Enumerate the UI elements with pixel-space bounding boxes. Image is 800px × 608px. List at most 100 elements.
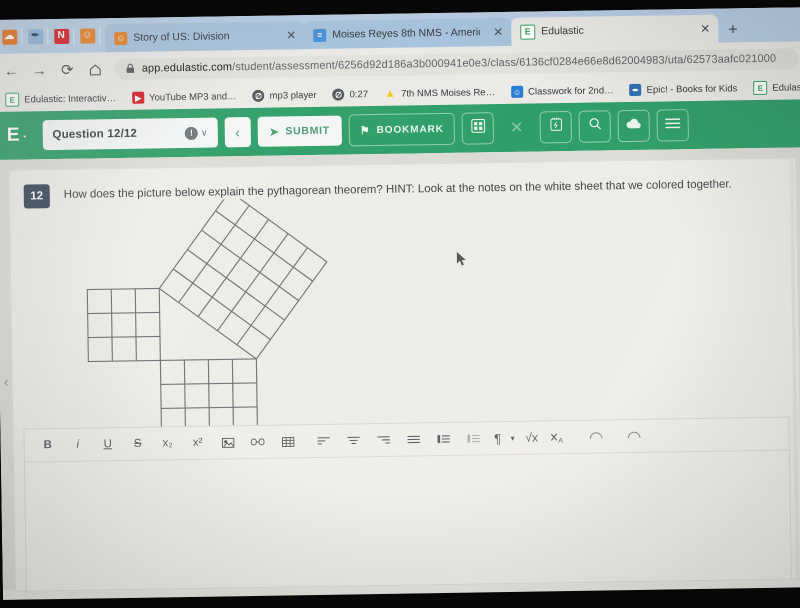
- previous-question-button[interactable]: ‹: [224, 116, 251, 148]
- grid-view-icon: [470, 118, 485, 138]
- pinned-tab-sketch[interactable]: ✒: [22, 23, 48, 49]
- bookmark-label: BOOKMARK: [376, 123, 444, 136]
- submit-button[interactable]: ➤ SUBMIT: [257, 115, 343, 147]
- close-icon: ✕: [509, 119, 524, 137]
- bullet-list-button[interactable]: [428, 424, 458, 454]
- numbered-list-button[interactable]: [458, 423, 488, 453]
- insert-link-button[interactable]: [242, 427, 272, 457]
- bookmark-mp3-player[interactable]: ∅ mp3 player: [246, 87, 322, 104]
- classroom-bookmark-icon: ☺: [510, 85, 524, 98]
- bookmark-epic-books[interactable]: ✒ Epic! - Books for Kids: [623, 80, 743, 98]
- align-center-button[interactable]: [338, 425, 368, 455]
- bookmark-label: 0:27: [349, 88, 369, 100]
- align-left-button[interactable]: [308, 426, 338, 456]
- bookmark-label: Epic! - Books for Kids: [646, 82, 738, 96]
- bookmark-youtube-mp3[interactable]: ▶ YouTube MP3 and…: [126, 88, 243, 106]
- collapse-panel-icon[interactable]: ‹: [4, 374, 9, 391]
- pythagorean-figure: [86, 197, 328, 452]
- person-favicon: ☺: [114, 31, 128, 45]
- paragraph-chevron-icon[interactable]: ▾: [506, 423, 518, 453]
- forward-icon[interactable]: →: [31, 62, 48, 79]
- bookmark-7th-nms[interactable]: ▲ 7th NMS Moises Re…: [378, 84, 501, 102]
- clear-format-button[interactable]: A: [544, 422, 570, 452]
- bookmark-label: Edulastic: Interactiv…: [24, 92, 117, 106]
- pinned-tab-netflix[interactable]: N: [48, 23, 74, 49]
- edulastic-bookmark-icon: E: [5, 92, 20, 107]
- browser-tab-moises-reyes[interactable]: ≡ Moises Reyes 8th NMS - America ✕: [304, 17, 512, 50]
- cloud-icon: [626, 116, 642, 135]
- photo-of-screen: ☁ ✒ N ☺ ☺ Story of US: Division ✕ ≡ Mois…: [0, 0, 800, 608]
- close-button[interactable]: ✕: [501, 112, 533, 144]
- magnify-button[interactable]: [578, 110, 612, 143]
- pinned-tab-profile[interactable]: ☺: [74, 22, 100, 48]
- cloud-save-button[interactable]: [617, 109, 651, 143]
- epic-bookmark-icon: ✒: [629, 83, 642, 97]
- svg-text:A: A: [558, 437, 563, 444]
- question-number-badge: 12: [23, 184, 50, 209]
- calculator-icon: [548, 117, 563, 137]
- edulastic-favicon: E: [520, 24, 536, 40]
- question-progress-label: Question 12/12: [52, 127, 138, 142]
- url-domain: app.edulastic.com: [141, 61, 233, 75]
- answer-editor: B i U S x₂ x² ¶ ▾ √x A: [23, 416, 792, 591]
- calculator-button[interactable]: [539, 110, 573, 144]
- close-tab-icon[interactable]: ✕: [286, 28, 296, 42]
- bookmark-button[interactable]: ⚑ BOOKMARK: [348, 112, 456, 147]
- bookmark-027[interactable]: ∅ 0:27: [326, 86, 374, 103]
- bookmark-edulastic[interactable]: E Edulast: [747, 78, 800, 97]
- paragraph-style-button[interactable]: ¶: [488, 423, 506, 453]
- url-path: /student/assessment/6256d92d186a3b000941…: [232, 52, 777, 74]
- address-bar[interactable]: app.edulastic.com/student/assessment/625…: [114, 47, 799, 80]
- submit-icon: ➤: [269, 126, 280, 139]
- bookmark-label: mp3 player: [269, 89, 317, 102]
- bookmark-classwork-2nd[interactable]: ☺ Classwork for 2nd…: [505, 82, 620, 100]
- align-justify-button[interactable]: [398, 424, 428, 454]
- profile-pin-icon: ☺: [79, 27, 95, 44]
- bookmark-edulastic-interactive[interactable]: E Edulastic: Interactiv…: [0, 89, 122, 109]
- menu-icon: [664, 116, 682, 135]
- back-icon[interactable]: ←: [3, 62, 20, 79]
- edulastic-logo[interactable]: E ·: [3, 124, 36, 147]
- reload-icon[interactable]: ⟳: [59, 61, 76, 79]
- grid-view-button[interactable]: [461, 112, 495, 145]
- browser-tab-edulastic[interactable]: E Edulastic ✕: [511, 14, 719, 46]
- close-tab-icon[interactable]: ✕: [493, 25, 503, 39]
- magnify-icon: [587, 116, 602, 136]
- bookmark-label: Classwork for 2nd…: [527, 84, 614, 98]
- chevron-down-icon: ∨: [200, 127, 208, 138]
- globe-bookmark-icon: ∅: [252, 89, 265, 102]
- browser-tab-title: Edulastic: [541, 24, 584, 38]
- drive-bookmark-icon: ▲: [384, 87, 396, 100]
- bookmark-label: Edulast: [772, 81, 800, 94]
- insert-image-button[interactable]: [212, 427, 242, 457]
- youtube-bookmark-icon: ▶: [132, 91, 145, 104]
- align-right-button[interactable]: [368, 425, 398, 455]
- strikethrough-button[interactable]: S: [122, 429, 152, 459]
- undo-button[interactable]: [580, 421, 610, 451]
- new-tab-button[interactable]: +: [718, 21, 748, 42]
- edulastic-logo-dot: ·: [22, 129, 28, 144]
- question-card: 12 How does the picture below explain th…: [4, 157, 800, 592]
- square-c-5x5: [158, 197, 328, 360]
- math-formula-button[interactable]: √x: [518, 422, 544, 452]
- bold-button[interactable]: B: [32, 430, 62, 460]
- subscript-button[interactable]: x₂: [152, 428, 182, 458]
- browser-tab-story-of-us[interactable]: ☺ Story of US: Division ✕: [105, 21, 305, 53]
- close-tab-icon[interactable]: ✕: [700, 22, 710, 36]
- globe-bookmark-icon: ∅: [332, 88, 345, 101]
- question-progress-pill[interactable]: Question 12/12 ! ∨: [42, 117, 218, 151]
- question-info-group[interactable]: ! ∨: [184, 126, 208, 140]
- netflix-pin-icon: N: [53, 28, 69, 44]
- screen-surface: ☁ ✒ N ☺ ☺ Story of US: Division ✕ ≡ Mois…: [0, 7, 800, 600]
- insert-table-button[interactable]: [272, 426, 302, 456]
- superscript-button[interactable]: x²: [182, 428, 212, 458]
- info-icon: !: [184, 126, 198, 140]
- underline-button[interactable]: U: [92, 429, 122, 459]
- pinned-tab-soundcloud[interactable]: ☁: [0, 24, 22, 50]
- menu-button[interactable]: [656, 109, 690, 142]
- edulastic-bookmark-icon: E: [753, 80, 768, 96]
- italic-button[interactable]: i: [62, 430, 92, 460]
- home-icon[interactable]: [87, 61, 104, 78]
- soundcloud-pin-icon: ☁: [1, 29, 17, 45]
- redo-button[interactable]: [618, 421, 648, 451]
